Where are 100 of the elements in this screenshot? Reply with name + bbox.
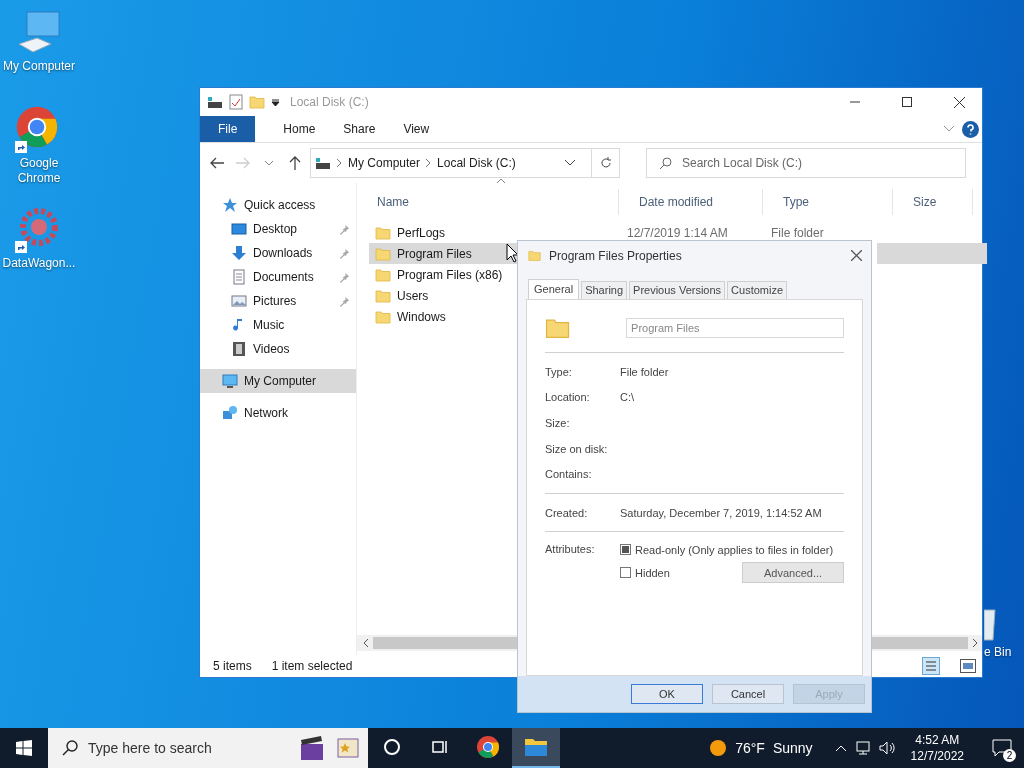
sun-icon	[709, 739, 728, 757]
computer-icon	[222, 373, 238, 389]
search-field[interactable]: Search Local Disk (C:)	[646, 148, 966, 178]
folder-name-field[interactable]: Program Files	[626, 317, 844, 338]
speaker-icon[interactable]	[878, 741, 895, 755]
item-count: 5 items	[213, 659, 252, 673]
scroll-right-icon[interactable]	[972, 639, 978, 647]
notification-count: 2	[1003, 749, 1016, 762]
dialog-tab[interactable]: General	[528, 278, 580, 299]
checkbox[interactable]	[620, 544, 631, 556]
up-arrow-icon	[289, 156, 301, 170]
recycle-bin-icon[interactable]: e Bin	[984, 606, 1020, 660]
checkbox[interactable]	[620, 567, 631, 579]
close-icon	[850, 250, 862, 262]
windows-logo-icon	[16, 740, 32, 756]
nav-item[interactable]: Music	[200, 313, 356, 337]
ribbon-tab[interactable]: View	[389, 116, 444, 142]
task-view-icon	[431, 738, 449, 756]
circle-icon	[383, 738, 401, 756]
property-value: Saturday, December 7, 2019, 1:14:52 AM	[620, 506, 823, 519]
maximize-icon	[902, 97, 912, 107]
file-row[interactable]: Users	[369, 285, 437, 306]
chevron-right-icon	[426, 159, 432, 167]
ribbon-tab[interactable]: Home	[269, 116, 330, 142]
property-label: Size on disk:	[545, 442, 609, 455]
nav-item[interactable]: Network	[200, 401, 356, 425]
desktop-icon-label: My Computer	[3, 59, 75, 74]
file-row[interactable]: PerfLogs	[369, 222, 454, 243]
folder-icon	[375, 266, 391, 283]
right-arrow-icon	[236, 157, 250, 169]
advanced-button[interactable]: Advanced...	[742, 562, 844, 584]
properties-icon[interactable]	[229, 94, 243, 110]
pin-icon	[339, 247, 350, 259]
nav-item[interactable]: Pictures	[200, 289, 356, 313]
details-view-icon[interactable]	[922, 657, 940, 675]
file-row[interactable]: Windows	[369, 306, 454, 327]
nav-item[interactable]: Downloads	[200, 241, 356, 265]
star-icon	[222, 197, 238, 213]
folder-icon	[528, 249, 541, 263]
search-icon	[659, 156, 672, 170]
dialog-tab[interactable]: Customize	[727, 280, 788, 299]
desktop-icon-label: Google Chrome	[17, 156, 61, 186]
file-row[interactable]: Program Files (x86)	[369, 264, 511, 285]
selection-count: 1 item selected	[271, 659, 353, 673]
breadcrumb[interactable]: My Computer	[348, 156, 421, 170]
ribbon-tab[interactable]: Share	[329, 116, 390, 142]
taskbar-search-field[interactable]: Type here to search	[48, 728, 368, 768]
breadcrumb[interactable]: Local Disk (C:)	[437, 156, 516, 170]
network-icon[interactable]	[854, 741, 871, 755]
picture-icon	[231, 293, 247, 309]
property-label: Attributes:	[545, 542, 596, 558]
dialog-tab[interactable]: Previous Versions	[629, 280, 726, 299]
pin-icon	[339, 295, 350, 307]
folder-icon	[524, 736, 548, 758]
desktop-icon-label: DataWagon...	[2, 256, 76, 271]
folder-icon	[375, 245, 391, 262]
drive-icon	[207, 95, 223, 109]
property-label: Location:	[545, 391, 591, 404]
refresh-icon	[599, 157, 612, 169]
folder-icon	[375, 287, 391, 304]
chevron-up-icon[interactable]	[834, 744, 847, 752]
folder-icon	[375, 224, 391, 241]
sort-caret-icon	[497, 178, 505, 183]
scroll-left-icon[interactable]	[363, 639, 369, 647]
weather-temperature: 76°F	[735, 740, 765, 756]
property-label: Created:	[545, 506, 589, 519]
date-cell-text: 12/7/2019 1:14 AM	[626, 225, 729, 240]
chevron-down-icon[interactable]	[565, 160, 575, 166]
window-title: Local Disk (C:)	[290, 95, 369, 109]
nav-item[interactable]: My Computer	[200, 369, 356, 393]
dropdown-icon[interactable]	[271, 97, 280, 107]
column-header[interactable]: Type	[763, 189, 893, 215]
help-icon[interactable]	[962, 120, 979, 138]
property-label: Size:	[545, 416, 571, 429]
document-icon	[231, 269, 247, 285]
dialog-button[interactable]: Cancel	[712, 684, 784, 705]
chevron-down-icon	[265, 160, 273, 166]
nav-item[interactable]: Documents	[200, 265, 356, 289]
drive-icon	[315, 156, 331, 170]
film-icon	[231, 341, 247, 357]
dialog-button[interactable]: OK	[631, 684, 703, 705]
nav-item[interactable]: Videos	[200, 337, 356, 361]
notifications-button[interactable]: 2	[980, 728, 1024, 768]
address-bar[interactable]: My Computer Local Disk (C:)	[310, 148, 620, 178]
dialog-tab[interactable]: Sharing	[581, 280, 628, 299]
left-arrow-icon	[210, 157, 224, 169]
weather-condition: Sunny	[772, 740, 813, 756]
chrome-icon	[15, 105, 59, 149]
folder-icon	[375, 308, 391, 325]
clock[interactable]: 4:52 AM 12/7/2022	[902, 732, 972, 764]
column-header[interactable]: Size	[893, 189, 973, 215]
nav-item[interactable]: Desktop	[200, 217, 356, 241]
chrome-icon	[476, 735, 500, 759]
column-header[interactable]: Date modified	[619, 189, 763, 215]
nav-item[interactable]: Quick access	[200, 193, 356, 217]
minimize-icon	[850, 101, 860, 103]
desktop-icon	[231, 221, 247, 237]
column-header[interactable]: Name	[357, 189, 619, 215]
large-icons-view-icon[interactable]	[960, 659, 976, 673]
pin-icon	[339, 223, 350, 235]
